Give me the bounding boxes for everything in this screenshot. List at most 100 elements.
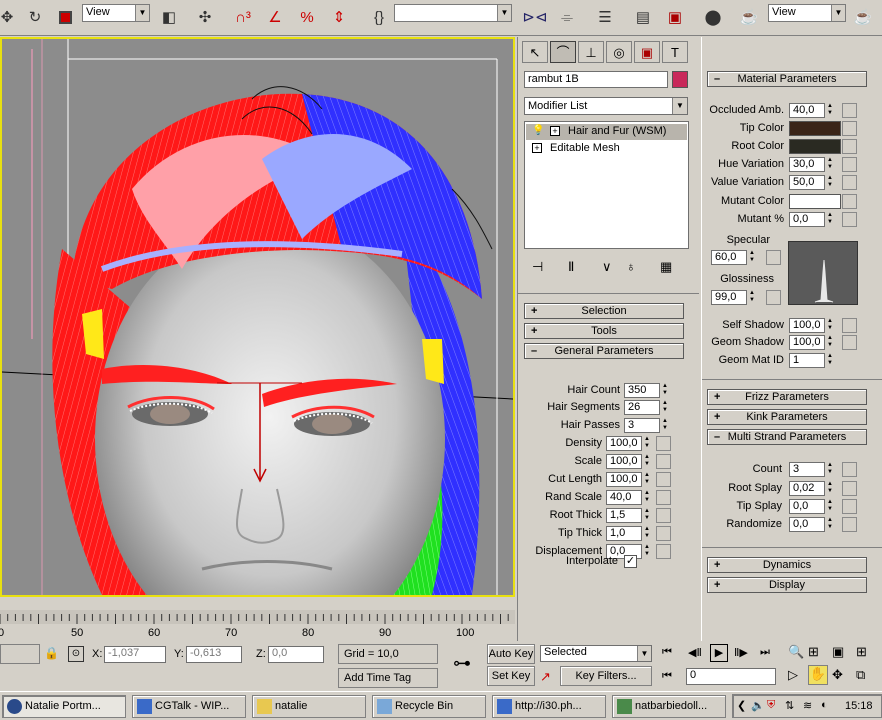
- mutant-color-swatch[interactable]: [789, 194, 841, 209]
- z-coord-field[interactable]: 0,0: [268, 646, 324, 663]
- pivot-center-icon[interactable]: ◧: [156, 4, 182, 30]
- reference-coord-select[interactable]: View ▼: [82, 4, 150, 22]
- percent-snap-icon[interactable]: %: [294, 4, 320, 30]
- stack-item-editable-mesh[interactable]: + Editable Mesh: [526, 141, 687, 157]
- layer-manager-icon[interactable]: ☰: [592, 4, 618, 30]
- spinner-icon[interactable]: ▲ ▼: [826, 481, 834, 496]
- tip-splay-field[interactable]: 0,0: [789, 499, 825, 514]
- rollout-material-parameters[interactable]: – Material Parameters: [707, 71, 867, 87]
- taskbar-item-photobucket[interactable]: http://i30.ph...: [492, 695, 606, 718]
- geom-shadow-field[interactable]: 100,0: [789, 335, 825, 350]
- map-button[interactable]: [842, 517, 857, 532]
- add-time-tag-button[interactable]: Add Time Tag: [338, 668, 438, 688]
- map-button[interactable]: [842, 157, 857, 172]
- security-shield-icon[interactable]: ⛨: [767, 699, 775, 712]
- spinner-icon[interactable]: ▲ ▼: [748, 290, 756, 305]
- map-button[interactable]: [656, 544, 671, 559]
- named-selection-select[interactable]: ▼: [394, 4, 512, 22]
- schematic-view-icon[interactable]: ▣: [662, 4, 688, 30]
- play-icon[interactable]: ▶: [710, 644, 728, 662]
- count-field[interactable]: 3: [789, 462, 825, 477]
- map-button[interactable]: [842, 212, 857, 227]
- utilities-tab-icon[interactable]: T: [662, 41, 688, 63]
- angle-snap-icon[interactable]: ∠: [262, 4, 288, 30]
- motion-tab-icon[interactable]: ◎: [606, 41, 632, 63]
- chevron-down-icon[interactable]: ▼: [637, 646, 651, 661]
- x-coord-field[interactable]: -1,037: [104, 646, 166, 663]
- self-shadow-field[interactable]: 100,0: [789, 318, 825, 333]
- zoom-extents-all-icon[interactable]: ⊞: [856, 644, 867, 660]
- key-mode-toggle-icon[interactable]: ⏮: [662, 670, 672, 683]
- chevron-down-icon[interactable]: ▼: [672, 98, 687, 114]
- key-tangent-icon[interactable]: ↗: [540, 669, 551, 685]
- go-to-end-icon[interactable]: ⏭: [760, 646, 770, 659]
- geom-mat-id-field[interactable]: 1: [789, 353, 825, 368]
- network-icon[interactable]: ⇅: [785, 699, 794, 712]
- map-button[interactable]: [842, 175, 857, 190]
- object-name-field[interactable]: rambut 1B: [524, 71, 668, 88]
- spinner-icon[interactable]: ▲ ▼: [826, 353, 834, 368]
- rand-scale-field[interactable]: 40,0: [606, 490, 642, 505]
- pin-stack-icon[interactable]: ⊣: [532, 259, 543, 275]
- density-field[interactable]: 100,0: [606, 436, 642, 451]
- expand-icon[interactable]: +: [532, 143, 542, 153]
- spinner-icon[interactable]: ▲ ▼: [643, 526, 651, 541]
- rollout-selection[interactable]: + Selection: [524, 303, 684, 319]
- track-view-icon[interactable]: ▤: [630, 4, 656, 30]
- spinner-icon[interactable]: ▲ ▼: [643, 490, 651, 505]
- select-move-icon[interactable]: ✥: [0, 4, 20, 30]
- speaker-icon[interactable]: 🔈: [751, 699, 765, 712]
- absolute-mode-icon[interactable]: ⊙: [68, 646, 84, 662]
- perspective-viewport[interactable]: [0, 37, 515, 597]
- root-thick-field[interactable]: 1,5: [606, 508, 642, 523]
- spinner-icon[interactable]: ▲ ▼: [643, 436, 651, 451]
- spinner-icon[interactable]: ▲ ▼: [643, 508, 651, 523]
- taskbar-item-natalie-folder[interactable]: natalie: [252, 695, 366, 718]
- tray-expand-icon[interactable]: ❮: [737, 699, 746, 712]
- hair-passes-field[interactable]: 3: [624, 418, 660, 433]
- rollout-kink-parameters[interactable]: + Kink Parameters: [707, 409, 867, 425]
- antivirus-icon[interactable]: ◐: [821, 699, 828, 711]
- expand-icon[interactable]: +: [550, 126, 560, 136]
- default-in-out-key-icon[interactable]: ⊶: [446, 653, 478, 677]
- quick-render-icon[interactable]: ☕: [850, 4, 876, 30]
- map-button[interactable]: [656, 472, 671, 487]
- tip-color-swatch[interactable]: [789, 121, 841, 136]
- render-type-select[interactable]: View ▼: [768, 4, 846, 22]
- pan-hand-icon[interactable]: ✋: [808, 665, 828, 685]
- map-button[interactable]: [766, 290, 781, 305]
- display-tab-icon[interactable]: ▣: [634, 41, 660, 63]
- hair-segments-field[interactable]: 26: [624, 400, 660, 415]
- stack-item-hair-and-fur[interactable]: 💡 + Hair and Fur (WSM): [526, 124, 687, 140]
- spinner-icon[interactable]: ▲ ▼: [826, 335, 834, 350]
- hierarchy-tab-icon[interactable]: ⊥: [578, 41, 604, 63]
- map-button[interactable]: [842, 318, 857, 333]
- modify-tab-icon[interactable]: ⌒: [550, 41, 576, 63]
- modifier-list-dropdown[interactable]: Modifier List ▼: [524, 97, 688, 115]
- field-of-view-icon[interactable]: ▷: [788, 667, 798, 683]
- scale-field[interactable]: 100,0: [606, 454, 642, 469]
- occluded-amb-field[interactable]: 40,0: [789, 103, 825, 118]
- map-button[interactable]: [656, 436, 671, 451]
- maximize-viewport-icon[interactable]: ⧉: [856, 667, 865, 683]
- spinner-icon[interactable]: ▲ ▼: [643, 454, 651, 469]
- lock-icon[interactable]: 🔒: [44, 646, 59, 660]
- make-unique-icon[interactable]: ∨: [602, 259, 612, 275]
- taskbar-item-natalie-portman[interactable]: Natalie Portm...: [2, 695, 126, 718]
- spinner-icon[interactable]: ▲ ▼: [748, 250, 756, 265]
- key-mode-select[interactable]: Selected ▼: [540, 645, 652, 662]
- value-variation-field[interactable]: 50,0: [789, 175, 825, 190]
- map-button[interactable]: [656, 526, 671, 541]
- taskbar-item-cgtalk[interactable]: CGTalk - WIP...: [132, 695, 246, 718]
- spinner-icon[interactable]: ▲ ▼: [661, 418, 669, 433]
- zoom-extents-icon[interactable]: ▣: [832, 644, 844, 660]
- taskbar-item-natbarbiedoll[interactable]: natbarbiedoll...: [612, 695, 726, 718]
- rotate-icon[interactable]: ↻: [22, 4, 48, 30]
- set-key-button[interactable]: Set Key: [487, 666, 535, 686]
- material-editor-icon[interactable]: ⬤: [700, 4, 726, 30]
- spinner-icon[interactable]: ▲ ▼: [826, 499, 834, 514]
- next-frame-icon[interactable]: Ⅱ▶: [734, 646, 748, 659]
- randomize-field[interactable]: 0,0: [789, 517, 825, 532]
- previous-frame-icon[interactable]: ◀Ⅱ: [688, 646, 702, 659]
- arc-rotate-icon[interactable]: ✥: [832, 667, 843, 683]
